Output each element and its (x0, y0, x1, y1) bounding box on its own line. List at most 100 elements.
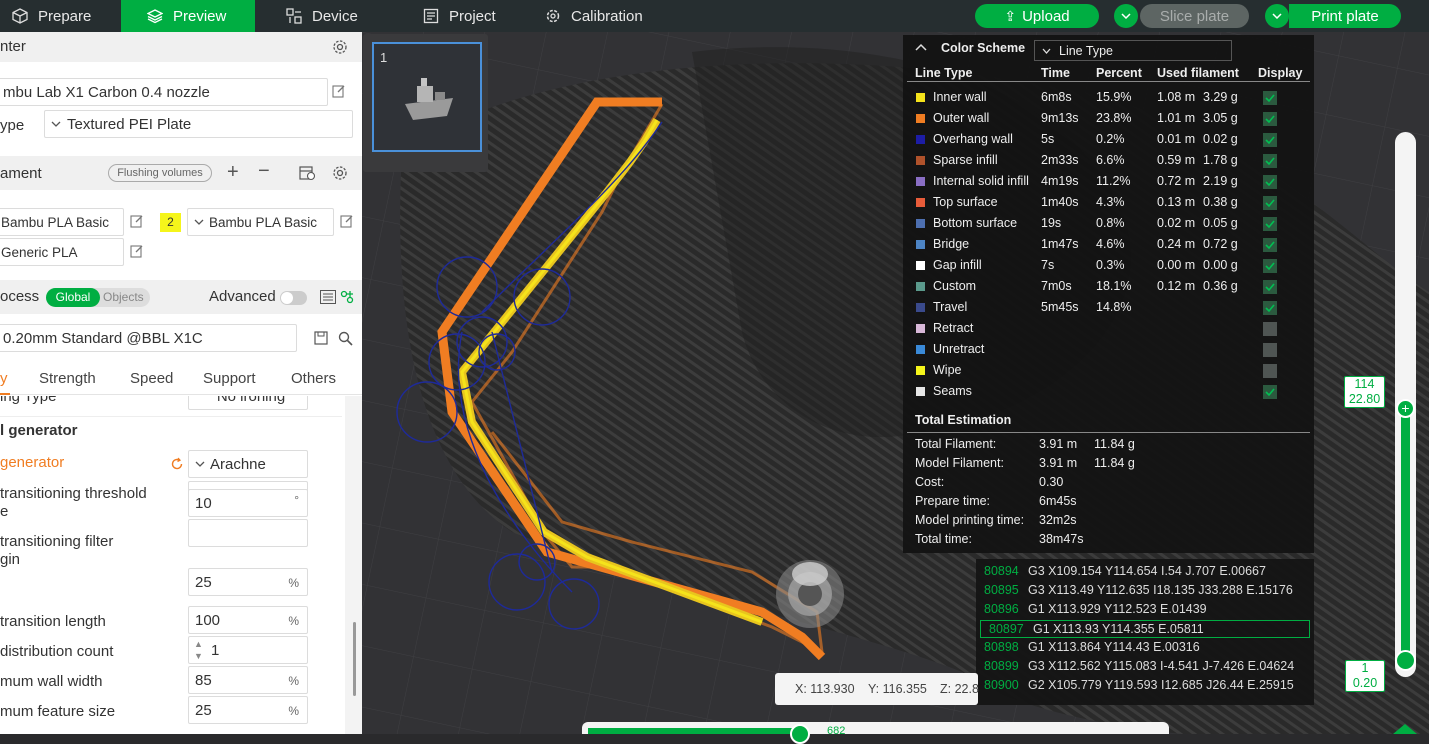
tab-quality[interactable]: y (0, 370, 8, 387)
remove-icon[interactable]: − (258, 160, 270, 183)
cube-icon (12, 8, 28, 24)
plate-type-select[interactable]: Textured PEI Plate (44, 110, 353, 138)
wall-transition-angle-input[interactable]: 10 ° (188, 489, 308, 517)
filament-2-select[interactable]: Bambu PLA Basic (187, 208, 334, 236)
wall-generator-dropdown[interactable]: Arachne (188, 450, 308, 478)
display-checkbox[interactable] (1263, 154, 1277, 168)
display-checkbox[interactable] (1263, 133, 1277, 147)
plate-thumbnail[interactable]: 1 (372, 42, 482, 152)
display-checkbox[interactable] (1263, 343, 1277, 357)
display-checkbox[interactable] (1263, 91, 1277, 105)
scrollbar-track[interactable] (345, 396, 362, 734)
line-type-name: Outer wall (933, 111, 990, 125)
tab-strength[interactable]: Strength (39, 370, 96, 387)
gcode-line[interactable]: 80897 G1 X113.93 Y114.355 E.05811 (980, 620, 1310, 638)
wall-transition-length-input[interactable]: 100% (188, 606, 308, 634)
line-type-time: 1m47s (1041, 237, 1079, 251)
toggle-objects[interactable]: Objects (103, 290, 144, 304)
printer-select[interactable]: mbu Lab X1 Carbon 0.4 nozzle (0, 78, 328, 106)
global-objects-toggle[interactable]: Global Objects (46, 288, 150, 307)
printer-name: mbu Lab X1 Carbon 0.4 nozzle (3, 83, 210, 101)
gcode-line[interactable]: 80900 G2 X105.779 Y119.593 I12.685 J26.44… (976, 677, 1314, 695)
list-icon[interactable] (320, 290, 336, 304)
display-checkbox[interactable] (1263, 364, 1277, 378)
tab-others[interactable]: Others (291, 370, 336, 387)
display-checkbox[interactable] (1263, 112, 1277, 126)
layer-cog-icon[interactable] (1391, 722, 1419, 734)
process-preset-select[interactable]: 0.20mm Standard @BBL X1C (0, 324, 297, 352)
gcode-line[interactable]: 80899 G3 X112.562 Y115.083 I-4.541 J-7.42… (976, 658, 1314, 676)
tab-project[interactable]: Project (423, 0, 496, 32)
filament-1-select[interactable]: Bambu PLA Basic (0, 208, 124, 236)
print-plate-button[interactable]: Print plate (1289, 4, 1401, 28)
print-dropdown-button[interactable] (1265, 4, 1289, 28)
move-slider-handle[interactable] (790, 724, 810, 744)
param-label: transition length (0, 613, 106, 630)
tab-calibration[interactable]: Calibration (545, 0, 643, 32)
display-checkbox[interactable] (1263, 238, 1277, 252)
display-checkbox[interactable] (1263, 301, 1277, 315)
wall-transition-filter-input[interactable]: 25% (188, 568, 308, 596)
display-checkbox[interactable] (1263, 259, 1277, 273)
filament-sync-icon[interactable] (299, 165, 316, 181)
tab-preview[interactable]: Preview (121, 0, 255, 32)
layer-slider-top-handle[interactable]: + (1396, 399, 1415, 418)
filament-3-select[interactable]: Generic PLA (0, 238, 124, 266)
gear-icon[interactable] (332, 165, 348, 181)
tab-device[interactable]: Device (286, 0, 358, 32)
display-checkbox[interactable] (1263, 217, 1277, 231)
edit-icon[interactable] (130, 214, 144, 228)
tab-speed[interactable]: Speed (130, 370, 173, 387)
total-value: 3.91 m (1039, 437, 1078, 451)
gcode-line[interactable]: 80894 G3 X109.154 Y114.654 I.54 J.707 E.0… (976, 563, 1314, 581)
gcode-line-text: G1 X113.929 Y112.523 E.01439 (1028, 602, 1207, 616)
stepper-up-icon[interactable]: ▲ (194, 639, 203, 649)
layer-slider-bottom-handle[interactable] (1395, 650, 1416, 671)
add-icon[interactable]: + (227, 161, 239, 184)
toggle-global[interactable]: Global (46, 288, 100, 307)
collapse-icon[interactable] (915, 43, 927, 51)
search-icon[interactable] (338, 331, 353, 346)
advanced-switch[interactable] (280, 291, 307, 305)
filament-2-color-swatch[interactable]: 2 (160, 213, 181, 232)
flushing-volumes-button[interactable]: Flushing volumes (108, 164, 212, 182)
edit-icon[interactable] (340, 214, 354, 228)
ironing-type-select[interactable]: No ironing (188, 396, 308, 410)
compare-icon[interactable] (340, 290, 354, 304)
tab-label: Project (449, 7, 496, 25)
edit-icon[interactable] (332, 84, 346, 98)
gcode-line[interactable]: 80895 G3 X113.49 Y112.635 I18.135 J33.288… (976, 582, 1314, 600)
upload-button[interactable]: ⇪ Upload (975, 4, 1099, 28)
legend-color-swatch (916, 114, 925, 123)
gcode-line[interactable]: 80898 G1 X113.864 Y114.43 E.00316 (976, 639, 1314, 657)
save-icon[interactable] (314, 331, 328, 345)
min-wall-width-input[interactable]: 85% (188, 666, 308, 694)
wall-distribution-count-stepper[interactable]: ▲ ▼ 1 (188, 636, 308, 664)
slice-plate-button[interactable]: Slice plate (1140, 4, 1249, 28)
color-scheme-select[interactable]: Line Type (1034, 40, 1232, 61)
stepper-down-icon[interactable]: ▼ (194, 651, 203, 661)
param-unit: ° (294, 493, 299, 507)
line-type-weight: 1.78 g (1203, 153, 1238, 167)
scrollbar-thumb[interactable] (353, 622, 356, 696)
display-checkbox[interactable] (1263, 280, 1277, 294)
slice-dropdown-button[interactable] (1114, 4, 1138, 28)
move-slider-track[interactable]: 682 (582, 722, 1169, 744)
display-checkbox[interactable] (1263, 385, 1277, 399)
layer-slider-track[interactable]: + (1395, 132, 1416, 677)
gcode-line[interactable]: 80896 G1 X113.929 Y112.523 E.01439 (976, 601, 1314, 619)
line-type-name: Bridge (933, 237, 970, 251)
reset-icon[interactable] (170, 457, 184, 471)
edit-icon[interactable] (130, 244, 144, 258)
display-checkbox[interactable] (1263, 175, 1277, 189)
gear-icon[interactable] (332, 39, 348, 55)
display-checkbox[interactable] (1263, 322, 1277, 336)
display-checkbox[interactable] (1263, 196, 1277, 210)
legend-color-swatch (916, 177, 925, 186)
tab-support[interactable]: Support (203, 370, 256, 387)
param-input[interactable] (188, 519, 308, 547)
param-label: mum wall width (0, 673, 103, 690)
tab-prepare[interactable]: Prepare (12, 0, 91, 32)
param-label-line2: e (0, 503, 9, 520)
min-feature-size-input[interactable]: 25% (188, 696, 308, 724)
